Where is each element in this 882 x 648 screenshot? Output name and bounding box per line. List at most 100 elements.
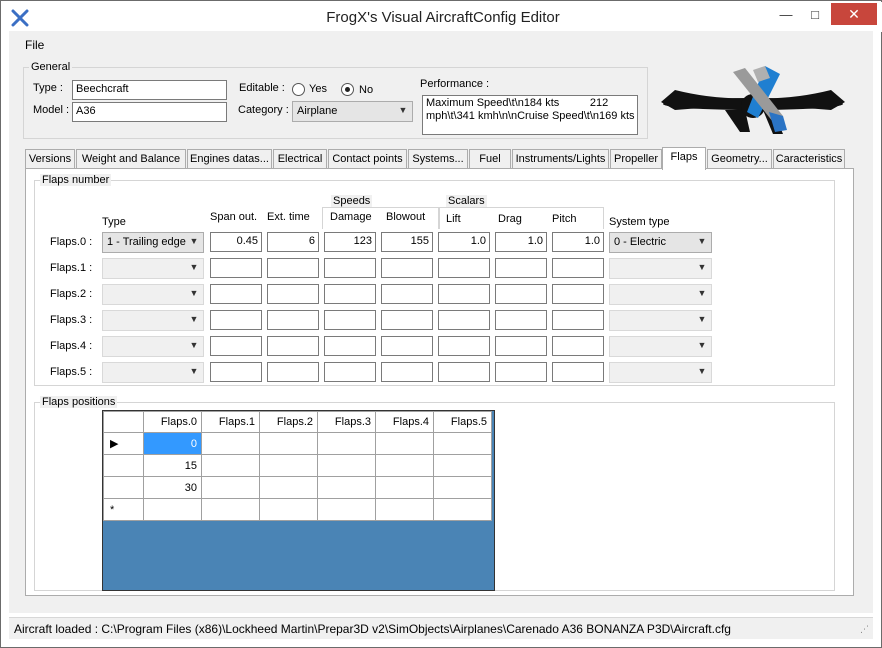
grid-cell[interactable] (317, 498, 376, 521)
grid-cell[interactable] (433, 454, 492, 477)
editable-no-radio[interactable] (341, 83, 354, 96)
resize-grip-icon[interactable]: ⋰ (860, 624, 869, 635)
performance-field[interactable]: Maximum Speed\t\n184 kts 212 mph\t\341 k… (422, 95, 638, 135)
tab-flaps[interactable]: Flaps (662, 147, 706, 170)
blowout-field[interactable] (381, 284, 433, 304)
grid-cell[interactable] (375, 476, 434, 499)
damage-field[interactable] (324, 310, 376, 330)
grid-cell[interactable] (433, 476, 492, 499)
type-field[interactable]: Beechcraft (72, 80, 227, 100)
span-out-field[interactable] (210, 284, 262, 304)
drag-field[interactable] (495, 336, 547, 356)
drag-field[interactable] (495, 284, 547, 304)
span-out-field[interactable] (210, 362, 262, 382)
span-out-field[interactable] (210, 310, 262, 330)
grid-column-header[interactable]: Flaps.3 (317, 411, 376, 433)
tab-engines-datas[interactable]: Engines datas... (187, 149, 272, 168)
grid-cell[interactable] (259, 454, 318, 477)
editable-yes-radio[interactable] (292, 83, 305, 96)
lift-field[interactable]: 1.0 (438, 232, 490, 252)
grid-cell[interactable]: 30 (143, 476, 202, 499)
grid-cell[interactable] (201, 432, 260, 455)
blowout-field[interactable]: 155 (381, 232, 433, 252)
grid-cell[interactable] (317, 476, 376, 499)
ext-time-field[interactable] (267, 362, 319, 382)
grid-column-header[interactable]: Flaps.0 (143, 411, 202, 433)
system-type-select[interactable]: ▼ (609, 336, 712, 357)
grid-cell[interactable] (201, 498, 260, 521)
grid-cell[interactable] (143, 498, 202, 521)
flap-type-select[interactable]: ▼ (102, 336, 204, 357)
row-indicator[interactable]: * (103, 498, 144, 521)
ext-time-field[interactable] (267, 336, 319, 356)
tab-versions[interactable]: Versions (25, 149, 75, 168)
grid-cell[interactable] (201, 454, 260, 477)
menu-file[interactable]: File (25, 38, 44, 52)
pitch-field[interactable] (552, 284, 604, 304)
system-type-select[interactable]: ▼ (609, 284, 712, 305)
minimize-button[interactable]: — (772, 3, 800, 25)
flap-type-select[interactable]: ▼ (102, 258, 204, 279)
grid-cell[interactable] (375, 432, 434, 455)
maximize-button[interactable]: □ (801, 3, 829, 25)
drag-field[interactable]: 1.0 (495, 232, 547, 252)
damage-field[interactable] (324, 258, 376, 278)
blowout-field[interactable] (381, 336, 433, 356)
span-out-field[interactable]: 0.45 (210, 232, 262, 252)
flap-type-select[interactable]: ▼ (102, 284, 204, 305)
tab-fuel[interactable]: Fuel (469, 149, 511, 168)
tab-electrical[interactable]: Electrical (273, 149, 327, 168)
grid-column-header[interactable]: Flaps.4 (375, 411, 434, 433)
grid-cell[interactable] (259, 498, 318, 521)
flap-type-select[interactable]: ▼ (102, 362, 204, 383)
row-indicator[interactable]: ▶ (103, 432, 144, 455)
grid-cell[interactable] (433, 498, 492, 521)
pitch-field[interactable]: 1.0 (552, 232, 604, 252)
ext-time-field[interactable] (267, 258, 319, 278)
grid-cell[interactable] (201, 476, 260, 499)
pitch-field[interactable] (552, 258, 604, 278)
system-type-select[interactable]: 0 - Electric ▼ (609, 232, 712, 253)
span-out-field[interactable] (210, 258, 262, 278)
blowout-field[interactable] (381, 310, 433, 330)
system-type-select[interactable]: ▼ (609, 310, 712, 331)
grid-cell[interactable]: 15 (143, 454, 202, 477)
grid-cell[interactable] (259, 432, 318, 455)
flaps-positions-grid[interactable]: Flaps.0 Flaps.1 Flaps.2 Flaps.3 Flaps.4 … (102, 410, 495, 591)
lift-field[interactable] (438, 284, 490, 304)
system-type-select[interactable]: ▼ (609, 362, 712, 383)
blowout-field[interactable] (381, 258, 433, 278)
model-field[interactable]: A36 (72, 102, 227, 122)
tab-contact-points[interactable]: Contact points (328, 149, 407, 168)
pitch-field[interactable] (552, 310, 604, 330)
tab-geometry[interactable]: Geometry... (707, 149, 772, 168)
grid-column-header[interactable]: Flaps.2 (259, 411, 318, 433)
pitch-field[interactable] (552, 336, 604, 356)
blowout-field[interactable] (381, 362, 433, 382)
ext-time-field[interactable]: 6 (267, 232, 319, 252)
damage-field[interactable]: 123 (324, 232, 376, 252)
damage-field[interactable] (324, 336, 376, 356)
row-indicator[interactable] (103, 476, 144, 499)
grid-cell[interactable]: 0 (143, 432, 202, 455)
pitch-field[interactable] (552, 362, 604, 382)
grid-cell[interactable] (375, 498, 434, 521)
drag-field[interactable] (495, 310, 547, 330)
flap-type-select[interactable]: ▼ (102, 310, 204, 331)
flap-type-select[interactable]: 1 - Trailing edge ▼ (102, 232, 204, 253)
grid-cell[interactable] (433, 432, 492, 455)
lift-field[interactable] (438, 362, 490, 382)
category-select[interactable]: Airplane ▼ (292, 101, 413, 122)
tab-weight-and-balance[interactable]: Weight and Balance (76, 149, 186, 168)
damage-field[interactable] (324, 284, 376, 304)
span-out-field[interactable] (210, 336, 262, 356)
system-type-select[interactable]: ▼ (609, 258, 712, 279)
grid-column-header[interactable]: Flaps.1 (201, 411, 260, 433)
tab-caracteristics[interactable]: Caracteristics (773, 149, 845, 168)
drag-field[interactable] (495, 258, 547, 278)
row-indicator[interactable] (103, 454, 144, 477)
grid-cell[interactable] (259, 476, 318, 499)
drag-field[interactable] (495, 362, 547, 382)
lift-field[interactable] (438, 258, 490, 278)
damage-field[interactable] (324, 362, 376, 382)
